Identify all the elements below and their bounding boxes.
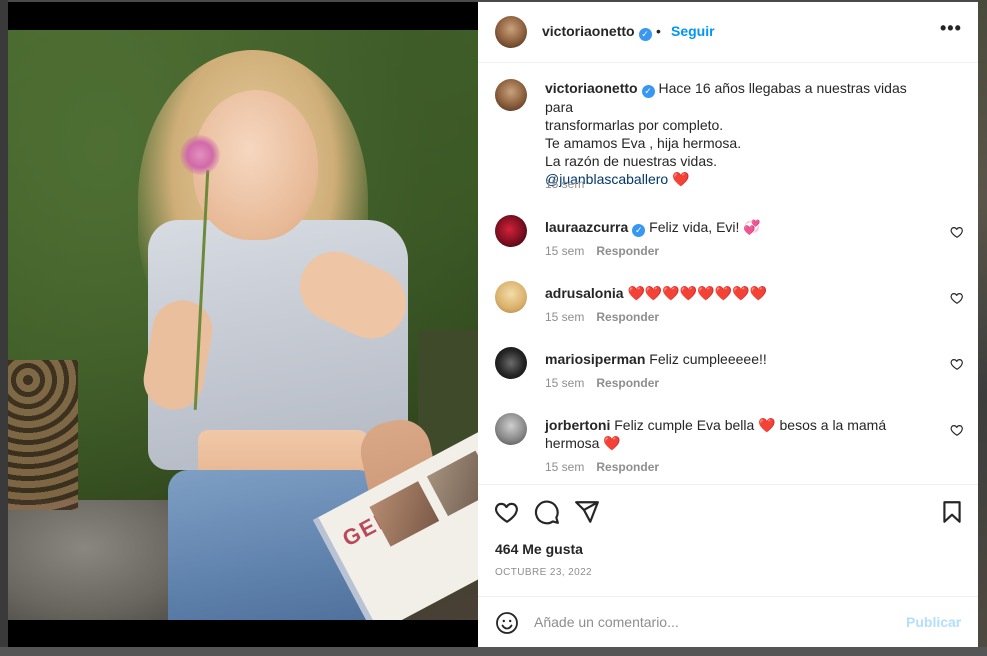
commenter-avatar[interactable] [495,413,527,445]
comment-username[interactable]: adrusalonia [545,285,624,301]
reply-button[interactable]: Responder [596,244,659,258]
comment-text: jorbertoni Feliz cumple Eva bella ❤️ bes… [545,416,935,452]
comment-username[interactable]: jorbertoni [545,417,610,433]
follow-button[interactable]: Seguir [671,23,715,39]
caption-line: La razón de nuestras vidas. [545,153,717,169]
comment-like-heart-icon[interactable] [950,357,964,371]
comment-text: lauraazcurra ✓ Feliz vida, Evi! 💞 [545,218,935,237]
verified-badge-icon: ✓ [632,224,646,237]
comment-body: besos a la mamá [779,417,887,433]
author-username[interactable]: victoriaonetto ✓ [542,23,652,41]
heart-icon[interactable] [494,499,520,525]
separator-dot: • [656,23,661,39]
reply-button[interactable]: Responder [596,376,659,390]
comment-like-heart-icon[interactable] [950,225,964,239]
likes-count[interactable]: 464 Me gusta [495,541,583,557]
comment-username[interactable]: lauraazcurra [545,219,628,235]
commenter-avatar[interactable] [495,281,527,313]
comment-text: mariosiperman Feliz cumpleeeee!! [545,350,935,368]
post-header: victoriaonetto ✓ • Seguir ••• [478,2,978,63]
emoji-icon[interactable] [495,611,519,635]
comment-body: Feliz cumple Eva bella [614,417,755,433]
comment-like-heart-icon[interactable] [950,291,964,305]
album-photo [426,450,478,517]
backdrop [0,0,8,656]
more-options-icon[interactable]: ••• [940,18,962,39]
comment-meta: 15 sem Responder [545,460,659,474]
reply-button[interactable]: Responder [596,460,659,474]
heart-emoji: ❤️ [672,171,690,187]
caption-username[interactable]: victoriaonetto [545,80,638,96]
comments-list[interactable]: victoriaonetto ✓ Hace 16 años llegabas a … [478,64,978,484]
comment-composer: Publicar [478,596,978,647]
comment-username[interactable]: mariosiperman [545,351,645,367]
commenter-avatar[interactable] [495,215,527,247]
comment-body: hermosa [545,435,600,451]
post-date: OCTUBRE 23, 2022 [495,567,592,578]
author-avatar[interactable] [495,79,527,111]
heart-emoji: ❤️ [758,417,776,433]
bookmark-icon[interactable] [939,499,965,525]
caption-line: Te amamos Eva , hija hermosa. [545,135,742,151]
publish-button[interactable]: Publicar [906,614,961,630]
comment-meta: 15 sem Responder [545,376,659,390]
backdrop [978,0,987,656]
photo-leopard-fabric [8,360,78,510]
verified-badge-icon: ✓ [638,28,652,41]
comment-time: 15 sem [545,376,585,390]
reply-button[interactable]: Responder [596,310,659,324]
comment-meta: 15 sem Responder [545,244,659,258]
comment-time: 15 sem [545,460,585,474]
verified-badge-icon: ✓ [641,85,655,98]
comment-body: ❤️❤️❤️❤️❤️❤️❤️❤️ [627,285,767,301]
comment-meta: 15 sem Responder [545,310,659,324]
caption-line: transformarlas por completo. [545,117,724,133]
post-media: GELI [8,2,478,647]
comment-like-heart-icon[interactable] [950,423,964,437]
comment-icon[interactable] [534,499,560,525]
post-photo[interactable]: GELI [8,30,478,620]
caption-text: victoriaonetto ✓ Hace 16 años llegabas a … [545,79,935,188]
post-side-panel: victoriaonetto ✓ • Seguir ••• victoriaone… [478,2,978,647]
share-icon[interactable] [574,499,600,525]
comment-time: 15 sem [545,310,585,324]
author-avatar[interactable] [495,16,527,48]
album-photo [369,481,440,547]
post-actions: 464 Me gusta OCTUBRE 23, 2022 [478,484,978,596]
commenter-avatar[interactable] [495,347,527,379]
comment-body: Feliz vida, Evi! 💞 [649,219,761,235]
backdrop [0,647,987,656]
heart-emoji: ❤️ [603,435,621,451]
photo-flower [180,135,220,175]
comment-input[interactable] [534,607,894,637]
comment-text: adrusalonia ❤️❤️❤️❤️❤️❤️❤️❤️ [545,284,935,302]
comment-time: 15 sem [545,244,585,258]
comment-body: Feliz cumpleeeee!! [649,351,767,367]
caption-time: 15 sem [545,177,585,191]
